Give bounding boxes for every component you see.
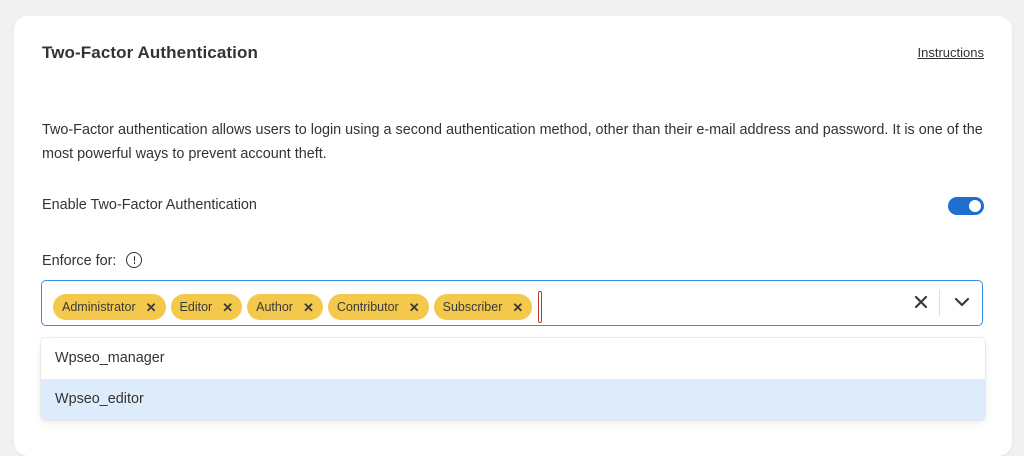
chip-label: Author [256, 300, 293, 314]
chip-label: Editor [179, 300, 213, 314]
indicator-separator [939, 290, 940, 316]
role-chip-contributor: Contributor ✕ [327, 294, 429, 320]
close-icon[interactable]: ✕ [409, 301, 420, 314]
enforce-for-label: Enforce for: [42, 253, 117, 269]
role-chip-administrator: Administrator ✕ [53, 294, 166, 320]
selected-roles: Administrator ✕ Editor ✕ Author ✕ Contri… [53, 291, 543, 323]
close-icon[interactable]: ✕ [303, 301, 314, 314]
close-icon[interactable]: ✕ [146, 301, 157, 314]
role-chip-editor: Editor ✕ [170, 294, 243, 320]
two-factor-settings-card: Two-Factor Authentication Instructions T… [14, 16, 1012, 456]
section-title: Two-Factor Authentication [42, 43, 258, 62]
chip-label: Administrator [62, 300, 136, 314]
chip-label: Subscriber [442, 300, 503, 314]
enable-two-factor-toggle[interactable] [948, 197, 984, 215]
toggle-knob [969, 200, 981, 212]
instructions-link[interactable]: Instructions [918, 45, 984, 60]
role-chip-subscriber: Subscriber ✕ [433, 294, 533, 320]
role-chip-author: Author ✕ [247, 294, 323, 320]
clear-icon[interactable] [914, 295, 928, 309]
roles-dropdown-menu: Wpseo_manager Wpseo_editor [41, 338, 985, 420]
close-icon[interactable]: ✕ [512, 301, 523, 314]
enable-two-factor-label: Enable Two-Factor Authentication [42, 197, 257, 213]
enforce-for-label-row: Enforce for: [42, 252, 143, 269]
chip-label: Contributor [336, 300, 399, 314]
section-description: Two-Factor authentication allows users t… [42, 122, 983, 162]
text-cursor[interactable] [538, 291, 543, 323]
chevron-down-icon[interactable] [954, 296, 970, 308]
info-circle-icon[interactable] [126, 252, 143, 268]
dropdown-option-wpseo-manager[interactable]: Wpseo_manager [41, 338, 985, 379]
close-icon[interactable]: ✕ [222, 301, 233, 314]
dropdown-option-wpseo-editor[interactable]: Wpseo_editor [41, 379, 985, 420]
enforce-roles-multiselect[interactable]: Administrator ✕ Editor ✕ Author ✕ Contri… [41, 280, 983, 326]
